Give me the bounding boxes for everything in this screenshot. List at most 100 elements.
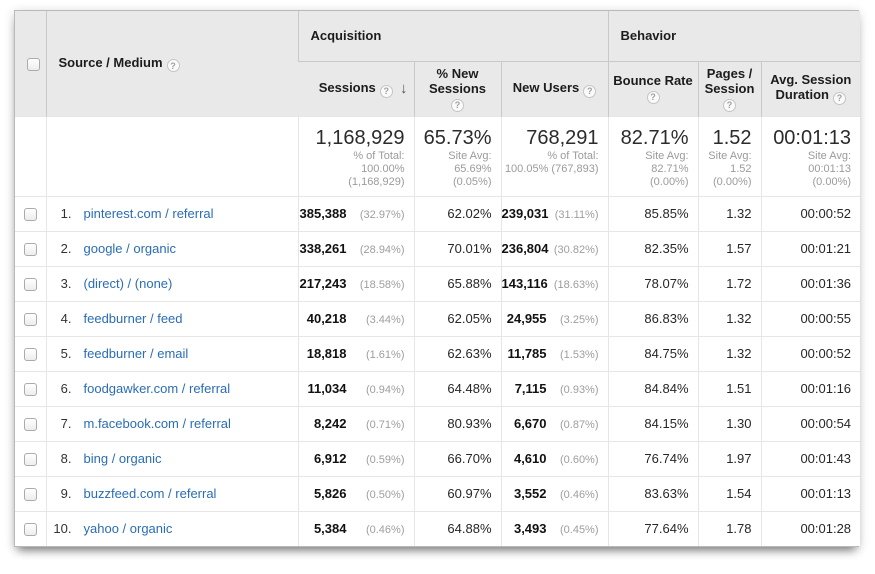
row-rank: 1. [47,206,72,221]
totals-sessions: 1,168,929 % of Total: 100.00% (1,168,929… [298,116,414,196]
avg-duration-cell: 00:01:13 [761,476,860,511]
row-checkbox[interactable] [24,488,37,501]
row-checkbox[interactable] [24,523,37,536]
sessions-cell: 11,034 (0.94%) [298,371,414,406]
avg-duration-cell: 00:00:52 [761,336,860,371]
sessions-column-header[interactable]: Sessions? ↓ [298,61,414,116]
pct-new-sessions-cell: 62.02% [414,196,501,231]
help-icon[interactable]: ? [451,99,464,112]
bounce-rate-cell: 84.84% [608,371,698,406]
row-rank: 10. [47,521,72,536]
new-users-percent: (18.63%) [548,279,599,291]
source-medium-cell: 9.buzzfeed.com / referral [46,476,298,511]
sessions-value: 6,912 [299,451,347,466]
table-row: 8.bing / organic 6,912 (0.59%) 66.70% 4,… [15,441,860,476]
row-checkbox[interactable] [24,278,37,291]
row-checkbox[interactable] [24,418,37,431]
totals-sessions-sub: % of Total: [299,150,405,163]
totals-pages-session: 1.52 Site Avg: 1.52 (0.00%) [698,116,761,196]
row-checkbox-cell [15,476,46,511]
sessions-cell: 217,243 (18.58%) [298,266,414,301]
bounce-rate-cell: 84.15% [608,406,698,441]
bounce-rate-cell: 84.75% [608,336,698,371]
help-icon[interactable]: ? [833,92,846,105]
totals-pages-session-sub: 1.52 [699,163,752,176]
pct-new-sessions-column-header[interactable]: % New Sessions ? [414,61,501,116]
row-checkbox[interactable] [24,313,37,326]
sessions-value: 338,261 [299,241,347,256]
totals-pages-session-sub: (0.00%) [699,176,752,189]
new-users-label: New Users [513,80,579,95]
source-medium-link[interactable]: pinterest.com / referral [84,206,214,221]
bounce-rate-cell: 85.85% [608,196,698,231]
avg-duration-cell: 00:00:52 [761,196,860,231]
row-checkbox-cell [15,231,46,266]
source-medium-link[interactable]: google / organic [84,241,177,256]
source-medium-link[interactable]: m.facebook.com / referral [84,416,231,431]
source-medium-link[interactable]: (direct) / (none) [84,276,173,291]
row-checkbox-cell [15,301,46,336]
new-users-value: 11,785 [502,346,547,361]
new-users-cell: 239,031 (31.11%) [501,196,608,231]
sessions-value: 11,034 [299,381,347,396]
source-medium-link[interactable]: foodgawker.com / referral [84,381,231,396]
source-medium-link[interactable]: buzzfeed.com / referral [84,486,217,501]
totals-pct-new-sessions: 65.73% Site Avg: 65.69% (0.05%) [414,116,501,196]
row-rank: 3. [47,276,72,291]
bounce-rate-label: Bounce Rate [613,73,692,88]
help-icon[interactable]: ? [647,91,660,104]
help-icon[interactable]: ? [583,85,596,98]
sessions-value: 8,242 [299,416,347,431]
sessions-percent: (0.46%) [347,524,405,536]
pct-new-sessions-cell: 64.48% [414,371,501,406]
avg-session-duration-column-header[interactable]: Avg. Session Duration? [761,61,860,116]
source-medium-cell: 10. yahoo / organic [46,511,298,546]
new-users-column-header[interactable]: New Users? [501,61,608,116]
new-users-percent: (0.46%) [547,489,599,501]
bounce-rate-cell: 86.83% [608,301,698,336]
row-checkbox[interactable] [24,348,37,361]
totals-pages-session-sub: Site Avg: [699,150,752,163]
source-medium-link[interactable]: feedburner / feed [84,311,183,326]
new-users-value: 239,031 [502,206,549,221]
pages-session-column-header[interactable]: Pages / Session ? [698,61,761,116]
sessions-cell: 385,388 (32.97%) [298,196,414,231]
row-checkbox[interactable] [24,453,37,466]
bounce-rate-cell: 83.63% [608,476,698,511]
totals-empty-cell [15,116,46,196]
totals-new-users-sub: % of Total: [502,150,599,163]
new-users-cell: 3,552 (0.46%) [501,476,608,511]
new-users-cell: 7,115 (0.93%) [501,371,608,406]
row-checkbox[interactable] [24,208,37,221]
sessions-cell: 338,261 (28.94%) [298,231,414,266]
pages-session-label-line1: Pages / [707,66,753,81]
source-medium-cell: 2.google / organic [46,231,298,266]
source-medium-cell: 8.bing / organic [46,441,298,476]
sessions-value: 18,818 [299,346,347,361]
source-medium-link[interactable]: yahoo / organic [84,521,173,536]
new-users-value: 4,610 [502,451,547,466]
new-users-percent: (30.82%) [549,244,599,256]
help-icon[interactable]: ? [380,85,393,98]
totals-pct-new-value: 65.73% [415,126,492,150]
sessions-percent: (0.50%) [347,489,405,501]
source-medium-link[interactable]: bing / organic [84,451,162,466]
help-icon[interactable]: ? [167,59,180,72]
new-users-value: 24,955 [502,311,547,326]
sort-descending-icon: ↓ [400,81,408,96]
row-checkbox-cell [15,336,46,371]
totals-pct-new-sub: (0.05%) [415,176,492,189]
bounce-rate-column-header[interactable]: Bounce Rate ? [608,61,698,116]
row-checkbox[interactable] [24,383,37,396]
select-all-checkbox[interactable] [27,58,40,71]
source-medium-cell: 5.feedburner / email [46,336,298,371]
new-users-percent: (1.53%) [547,349,599,361]
row-checkbox-cell [15,511,46,546]
source-medium-header[interactable]: Source / Medium? [46,11,298,116]
source-medium-cell: 6.foodgawker.com / referral [46,371,298,406]
help-icon[interactable]: ? [723,99,736,112]
row-checkbox[interactable] [24,243,37,256]
avg-duration-cell: 00:01:28 [761,511,860,546]
source-medium-link[interactable]: feedburner / email [84,346,189,361]
avg-duration-label-line1: Avg. Session [770,72,851,87]
